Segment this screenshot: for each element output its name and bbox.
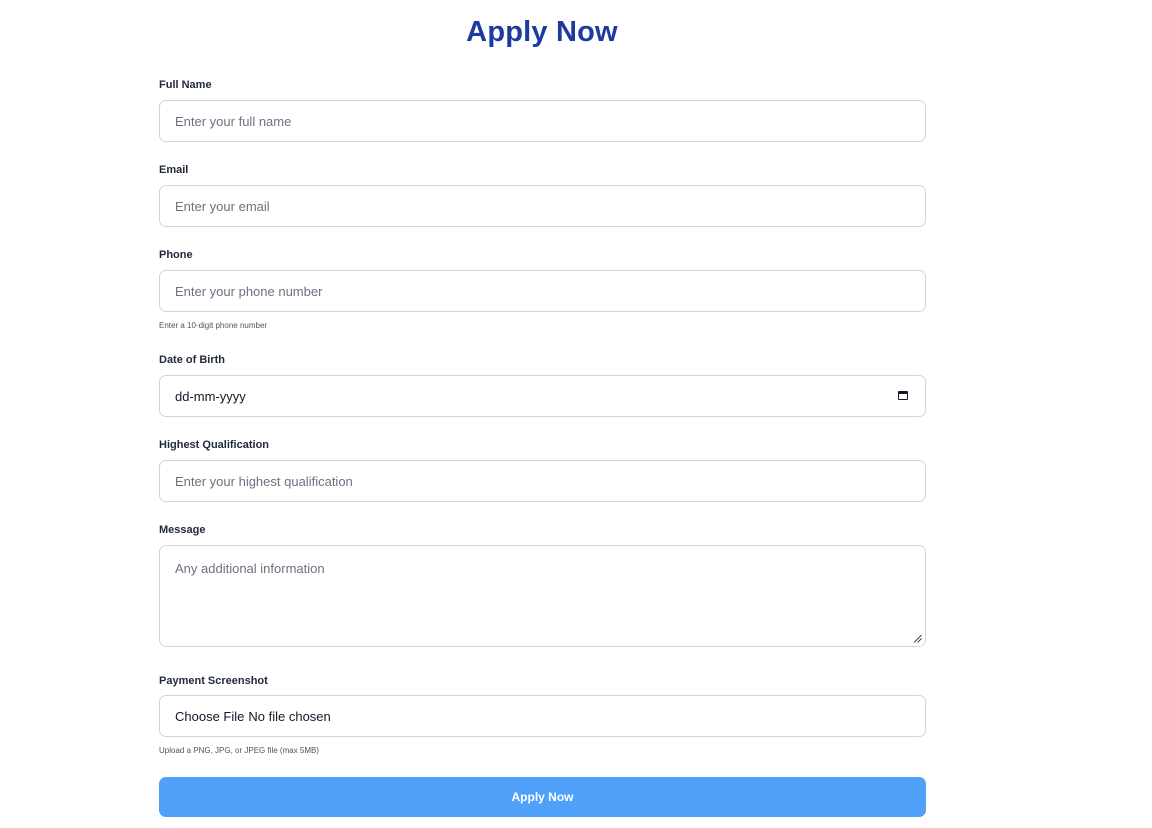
full-name-placeholder: Enter your full name — [175, 113, 292, 129]
page-title: Apply Now — [466, 16, 618, 48]
resize-handle-icon[interactable] — [913, 634, 922, 643]
dob-label: Date of Birth — [159, 354, 225, 366]
apply-now-label: Apply Now — [511, 790, 574, 804]
message-label: Message — [159, 524, 206, 536]
email-label: Email — [159, 164, 189, 176]
message-placeholder: Any additional information — [175, 561, 325, 576]
qualification-placeholder: Enter your highest qualification — [175, 473, 353, 489]
dob-input[interactable]: dd-mm-yyyy — [159, 375, 926, 417]
apply-now-button[interactable]: Apply Now — [159, 777, 926, 817]
phone-input[interactable]: Enter your phone number — [159, 270, 926, 312]
qualification-label: Highest Qualification — [159, 439, 270, 451]
dob-value: dd-mm-yyyy — [175, 388, 246, 404]
apply-page: Apply Now Full Name Enter your full name… — [0, 0, 1152, 828]
phone-label: Phone — [159, 249, 193, 261]
file-status: No file chosen — [248, 708, 331, 724]
phone-placeholder: Enter your phone number — [175, 283, 323, 299]
full-name-label: Full Name — [159, 79, 212, 91]
payment-hint: Upload a PNG, JPG, or JPEG file (max 5MB… — [159, 746, 320, 755]
choose-file-button[interactable]: Choose File — [175, 709, 244, 724]
phone-hint: Enter a 10-digit phone number — [159, 321, 268, 330]
email-placeholder: Enter your email — [175, 198, 270, 214]
full-name-input[interactable]: Enter your full name — [159, 100, 926, 142]
email-input[interactable]: Enter your email — [159, 185, 926, 227]
calendar-icon[interactable] — [898, 391, 908, 400]
payment-label: Payment Screenshot — [159, 675, 268, 687]
message-textarea[interactable]: Any additional information — [159, 545, 926, 647]
payment-file-input[interactable]: Choose File No file chosen — [159, 695, 926, 737]
qualification-input[interactable]: Enter your highest qualification — [159, 460, 926, 502]
